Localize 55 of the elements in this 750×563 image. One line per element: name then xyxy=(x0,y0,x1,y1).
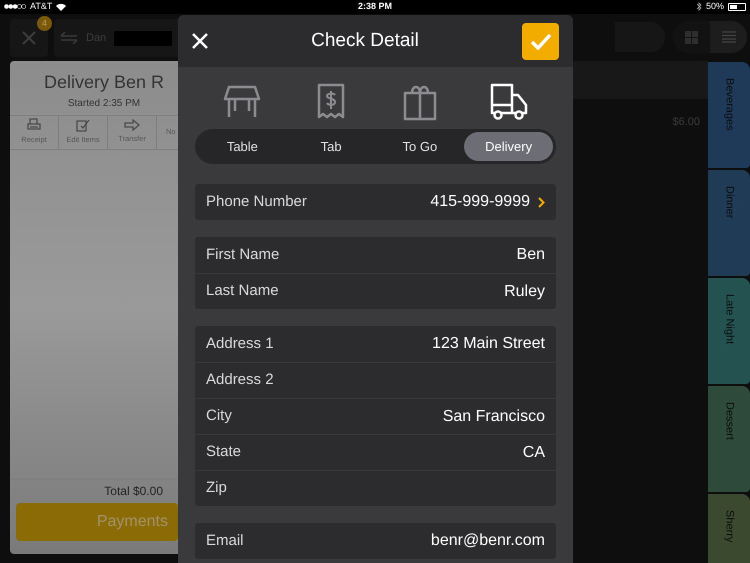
list-icon xyxy=(722,31,736,43)
grid-icon xyxy=(685,30,698,44)
order-type-tab[interactable]: To Go xyxy=(376,132,464,161)
bluetooth-icon xyxy=(696,2,702,12)
truck-icon xyxy=(490,83,528,121)
field-label: Zip xyxy=(206,478,228,498)
carrier-text: AT&T xyxy=(30,0,52,13)
clock-text: 2:38 PM xyxy=(358,0,392,13)
close-icon xyxy=(22,31,36,45)
modal-title: Check Detail xyxy=(310,28,420,53)
close-icon xyxy=(192,33,208,49)
order-type-tab[interactable]: Tab xyxy=(286,132,376,161)
arrow-icon xyxy=(124,119,140,132)
category-tab[interactable]: Dinner xyxy=(708,170,750,276)
printer-icon xyxy=(27,118,41,132)
category-tab[interactable]: Late Night xyxy=(708,278,750,384)
receipt-icon xyxy=(316,83,346,121)
started-time: Started 2:35 PM xyxy=(68,96,140,110)
bag-icon xyxy=(402,83,438,121)
checkmark-icon xyxy=(530,32,552,50)
field-label: Email xyxy=(206,530,245,551)
check-title: Delivery Ben R xyxy=(44,70,164,94)
field-value: San Francisco xyxy=(442,406,545,426)
field-label: Last Name xyxy=(206,281,280,302)
field-label: State xyxy=(206,442,242,462)
battery-icon xyxy=(728,2,746,11)
field-value: benr@benr.com xyxy=(430,531,545,551)
signal-icon xyxy=(4,4,26,10)
count-badge: 4 xyxy=(37,16,52,31)
field-label: Address 1 xyxy=(206,334,275,354)
wifi-icon xyxy=(56,2,66,11)
close-button[interactable] xyxy=(192,33,208,49)
category-tab[interactable]: Sherry xyxy=(708,494,750,563)
chevron-icon xyxy=(538,196,545,208)
payments-button[interactable]: Payments xyxy=(16,502,178,540)
list-view-button[interactable] xyxy=(710,21,747,53)
field-value: 415-999-9999 xyxy=(430,192,530,212)
order-type-tab[interactable]: Delivery xyxy=(464,132,553,161)
edit-icon xyxy=(76,118,90,132)
total-text: Total $0.00 xyxy=(104,483,163,500)
field-label: Phone Number xyxy=(206,192,308,212)
swap-icon xyxy=(60,32,78,44)
field-value: CA xyxy=(522,442,545,462)
field-value: 123 Main Street xyxy=(432,334,545,354)
order-type-tab[interactable]: Table xyxy=(198,132,287,161)
battery-text: 50% xyxy=(706,0,724,13)
field-value: Ruley xyxy=(504,282,545,302)
category-tab[interactable]: Beverages xyxy=(708,62,750,168)
field-label: First Name xyxy=(206,244,280,265)
field-label: City xyxy=(206,406,233,426)
confirm-button[interactable] xyxy=(522,22,559,60)
field-label: Address 2 xyxy=(206,370,275,390)
grid-view-button[interactable] xyxy=(673,21,710,53)
category-tab[interactable]: Dessert xyxy=(708,386,750,492)
field-value: Ben xyxy=(516,245,545,265)
